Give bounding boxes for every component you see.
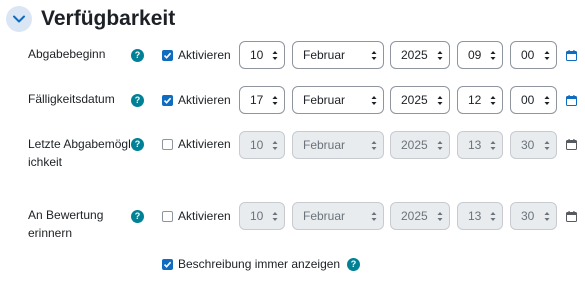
month-value: Februar — [303, 138, 346, 152]
year-select[interactable]: 2025 — [390, 202, 450, 230]
calendar-icon[interactable] — [566, 50, 577, 61]
year-value: 2025 — [401, 209, 428, 223]
year-select[interactable]: 2025 — [390, 41, 450, 69]
select-arrows-icon — [490, 96, 496, 105]
date-row-abgabebeginn: Abgabebeginn ? Aktivieren 10 Februar 202… — [0, 41, 585, 71]
enable-checkbox-label: Aktivieren — [178, 48, 231, 62]
enable-checkbox-label: Aktivieren — [178, 137, 231, 151]
minute-select[interactable]: 30 — [510, 202, 557, 230]
minute-value: 30 — [521, 138, 535, 152]
checkmark-icon — [163, 97, 172, 104]
always-show-description-label: Beschreibung immer anzeigen — [178, 257, 341, 271]
section-title: Verfügbarkeit — [41, 7, 176, 30]
enable-checkbox[interactable] — [162, 95, 173, 106]
select-arrows-icon — [272, 96, 278, 105]
year-select[interactable]: 2025 — [390, 131, 450, 159]
select-arrows-icon — [371, 51, 377, 60]
enable-checkbox-label: Aktivieren — [178, 93, 231, 107]
day-select[interactable]: 10 — [239, 131, 285, 159]
select-arrows-icon — [371, 212, 377, 221]
hour-value: 13 — [468, 209, 482, 223]
year-value: 2025 — [401, 48, 428, 62]
month-value: Februar — [303, 93, 346, 107]
minute-select[interactable]: 00 — [510, 41, 557, 69]
month-value: Februar — [303, 209, 346, 223]
help-icon[interactable]: ? — [131, 138, 144, 151]
minute-value: 00 — [521, 48, 535, 62]
section-header: Verfügbarkeit — [6, 5, 175, 33]
select-arrows-icon — [544, 212, 550, 221]
month-select[interactable]: Februar — [292, 86, 384, 114]
calendar-icon[interactable] — [566, 211, 577, 222]
day-select[interactable]: 10 — [239, 202, 285, 230]
field-label: Letzte Abgabemöglichkeit — [28, 137, 131, 169]
hour-select[interactable]: 09 — [457, 41, 503, 69]
calendar-icon[interactable] — [566, 139, 577, 150]
minute-select[interactable]: 00 — [510, 86, 557, 114]
select-arrows-icon — [272, 212, 278, 221]
hour-select[interactable]: 13 — [457, 131, 503, 159]
month-select[interactable]: Februar — [292, 41, 384, 69]
date-row-an-bewertung-erinnern: An Bewertung erinnern ? Aktivieren 10 Fe… — [0, 202, 585, 246]
select-arrows-icon — [490, 141, 496, 150]
always-show-description-row: Beschreibung immer anzeigen ? — [0, 256, 585, 274]
year-select[interactable]: 2025 — [390, 86, 450, 114]
always-show-description-checkbox[interactable] — [162, 259, 173, 270]
select-arrows-icon — [437, 141, 443, 150]
select-arrows-icon — [490, 51, 496, 60]
hour-value: 12 — [468, 93, 482, 107]
enable-checkbox[interactable] — [162, 211, 173, 222]
day-select[interactable]: 10 — [239, 41, 285, 69]
month-value: Februar — [303, 48, 346, 62]
month-select[interactable]: Februar — [292, 202, 384, 230]
select-arrows-icon — [272, 51, 278, 60]
collapse-toggle-button[interactable] — [6, 6, 32, 32]
day-value: 17 — [250, 93, 264, 107]
minute-select[interactable]: 30 — [510, 131, 557, 159]
select-arrows-icon — [371, 96, 377, 105]
minute-value: 30 — [521, 209, 535, 223]
calendar-icon[interactable] — [566, 95, 577, 106]
select-arrows-icon — [272, 141, 278, 150]
hour-value: 09 — [468, 48, 482, 62]
enable-checkbox[interactable] — [162, 50, 173, 61]
select-arrows-icon — [437, 96, 443, 105]
select-arrows-icon — [490, 212, 496, 221]
month-select[interactable]: Februar — [292, 131, 384, 159]
day-value: 10 — [250, 48, 264, 62]
date-row-letzte-abgabemoeglichkeit: Letzte Abgabemöglichkeit ? Aktivieren 10… — [0, 131, 585, 191]
field-label: An Bewertung erinnern — [28, 208, 104, 240]
day-value: 10 — [250, 138, 264, 152]
checkmark-icon — [163, 52, 172, 59]
help-icon[interactable]: ? — [131, 49, 144, 62]
help-icon[interactable]: ? — [347, 258, 360, 271]
select-arrows-icon — [371, 141, 377, 150]
enable-checkbox-label: Aktivieren — [178, 209, 231, 223]
minute-value: 00 — [521, 93, 535, 107]
select-arrows-icon — [437, 51, 443, 60]
select-arrows-icon — [544, 51, 550, 60]
hour-value: 13 — [468, 138, 482, 152]
day-select[interactable]: 17 — [239, 86, 285, 114]
hour-select[interactable]: 13 — [457, 202, 503, 230]
help-icon[interactable]: ? — [131, 210, 144, 223]
chevron-down-icon — [13, 15, 25, 23]
field-label: Abgabebeginn — [28, 47, 106, 61]
year-value: 2025 — [401, 138, 428, 152]
year-value: 2025 — [401, 93, 428, 107]
hour-select[interactable]: 12 — [457, 86, 503, 114]
day-value: 10 — [250, 209, 264, 223]
date-row-faelligkeitsdatum: Fälligkeitsdatum ? Aktivieren 17 Februar… — [0, 86, 585, 116]
checkmark-icon — [163, 261, 172, 268]
select-arrows-icon — [544, 96, 550, 105]
select-arrows-icon — [544, 141, 550, 150]
field-label: Fälligkeitsdatum — [28, 92, 115, 106]
select-arrows-icon — [437, 212, 443, 221]
enable-checkbox[interactable] — [162, 139, 173, 150]
help-icon[interactable]: ? — [131, 94, 144, 107]
